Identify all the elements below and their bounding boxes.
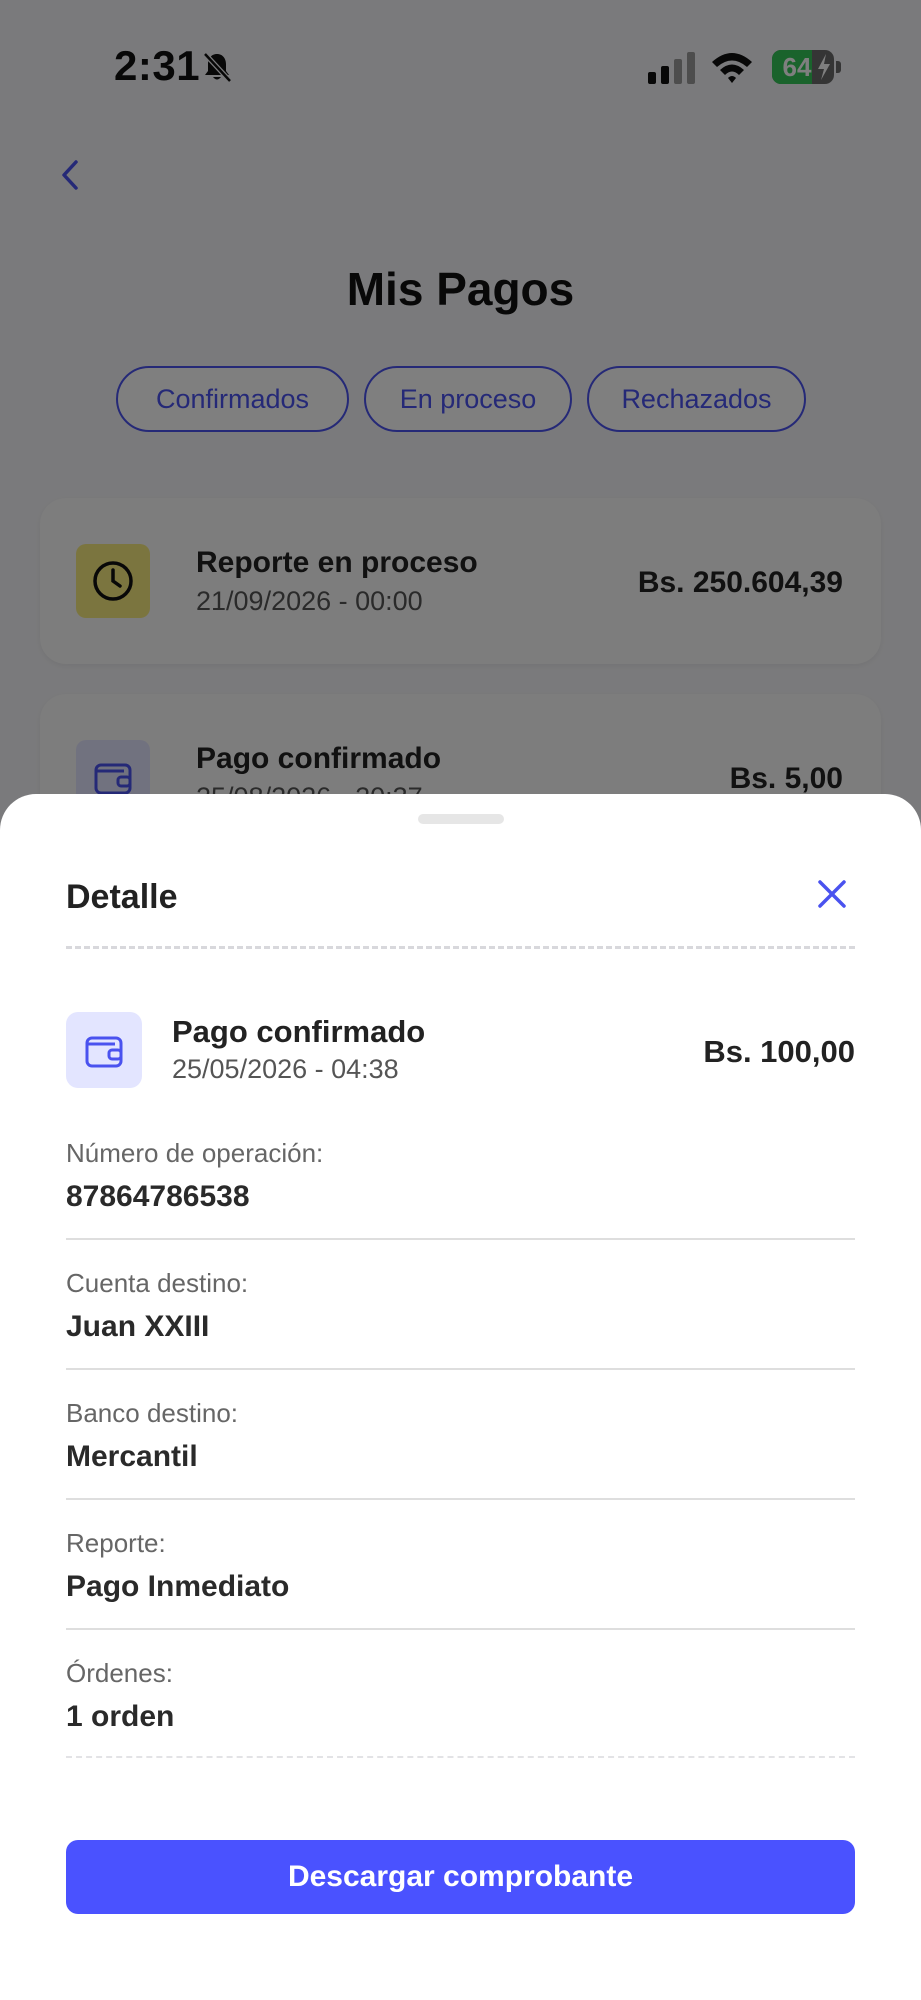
field-label: Reporte: [66, 1528, 166, 1558]
sheet-title: Detalle [66, 878, 178, 916]
wallet-icon [85, 1036, 123, 1068]
field-divider [66, 1498, 855, 1500]
field-divider [66, 1368, 855, 1370]
download-receipt-button[interactable]: Descargar comprobante [66, 1840, 855, 1914]
field-value: 1 orden [66, 1700, 175, 1733]
field-value: Mercantil [66, 1440, 198, 1473]
close-icon[interactable] [812, 874, 852, 914]
payments-screen: 2:31 64 [0, 0, 921, 2000]
field-value: 87864786538 [66, 1180, 250, 1213]
detail-bottom-sheet: Detalle Pago confirmado 25/05/2026 - 04:… [0, 794, 921, 2000]
detail-payment-title: Pago confirmado [172, 1014, 426, 1049]
field-divider [66, 1238, 855, 1240]
field-value: Juan XXIII [66, 1310, 210, 1343]
field-label: Cuenta destino: [66, 1268, 249, 1298]
field-label: Banco destino: [66, 1398, 239, 1428]
field-label: Órdenes: [66, 1658, 173, 1688]
dashed-divider [66, 1756, 855, 1758]
detail-payment-amount: Bs. 100,00 [703, 1034, 855, 1069]
field-destination-account: Cuenta destino: Juan XXIII [66, 1268, 855, 1398]
field-value: Pago Inmediato [66, 1570, 290, 1603]
drag-handle[interactable] [418, 814, 504, 824]
payment-status-icon-box [66, 1012, 142, 1088]
field-orders: Órdenes: 1 orden [66, 1658, 855, 1788]
field-report: Reporte: Pago Inmediato [66, 1528, 855, 1658]
field-operation-number: Número de operación: 87864786538 [66, 1138, 855, 1268]
field-label: Número de operación: [66, 1138, 324, 1168]
field-destination-bank: Banco destino: Mercantil [66, 1398, 855, 1528]
detail-payment-date: 25/05/2026 - 04:38 [172, 1054, 399, 1084]
field-divider [66, 1628, 855, 1630]
dashed-divider [66, 946, 855, 949]
